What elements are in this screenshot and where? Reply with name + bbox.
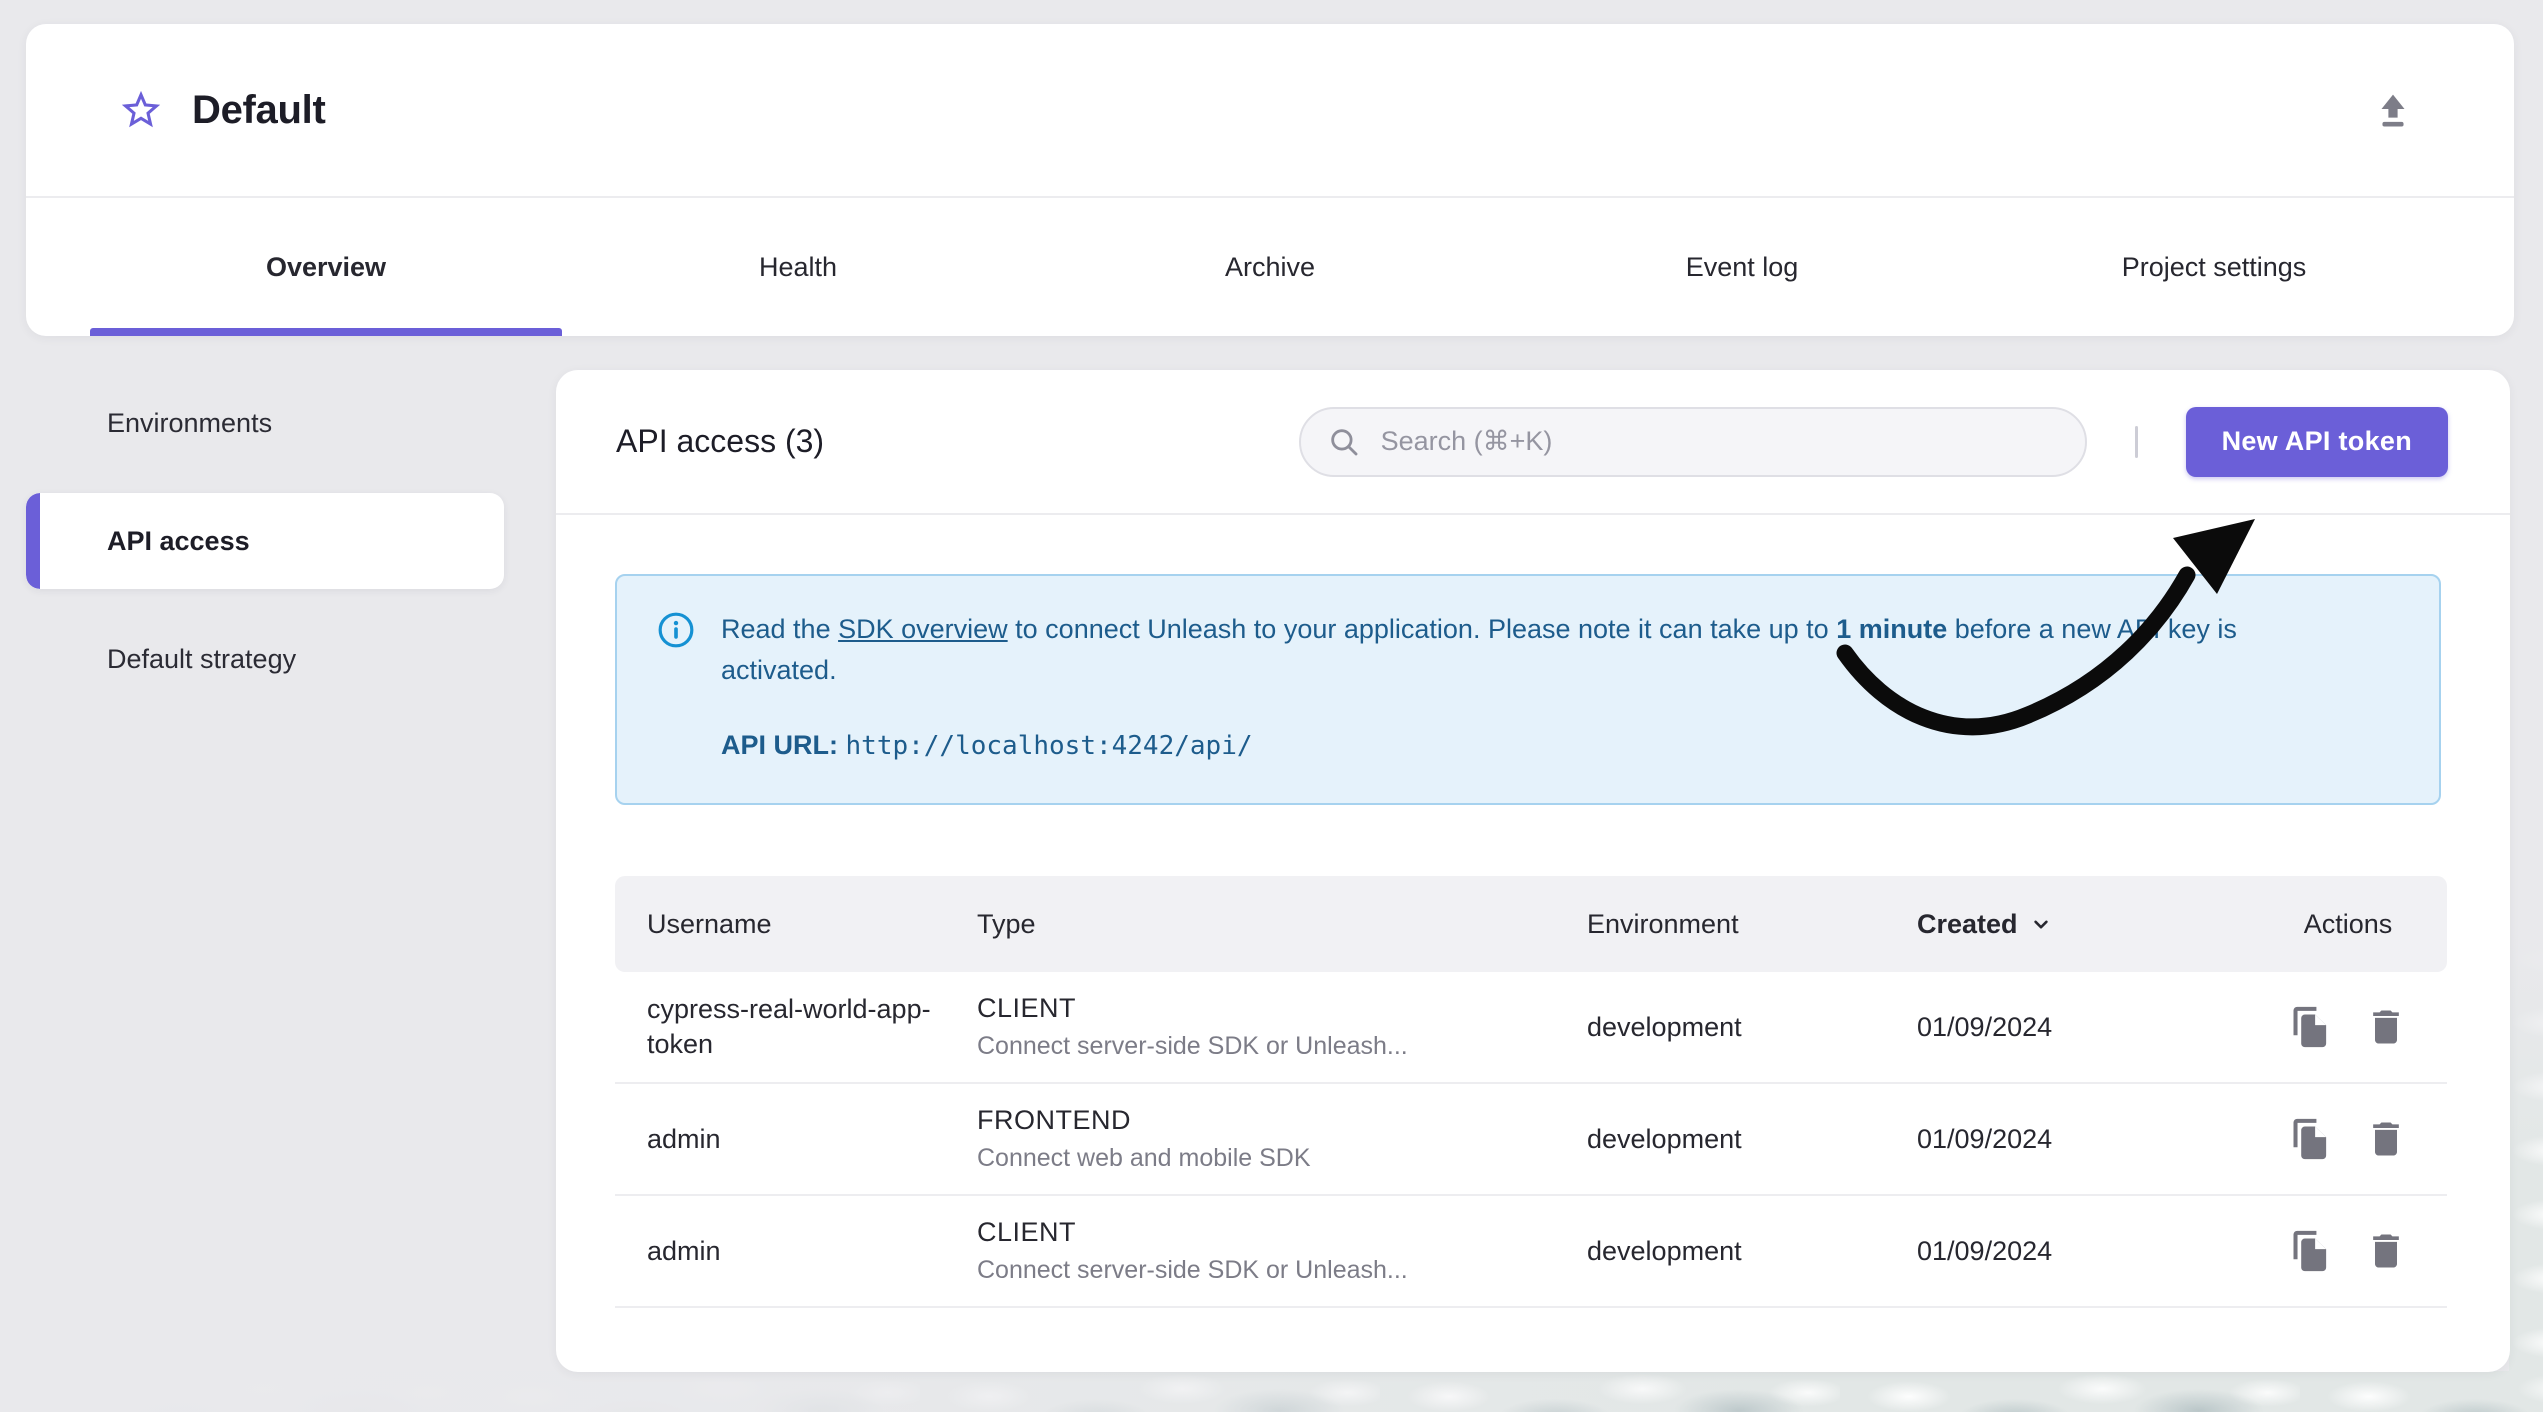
api-url-label: API URL:	[721, 730, 838, 760]
tab-label: Project settings	[2121, 251, 2307, 282]
token-type-description: Connect server-side SDK or Unleash...	[977, 1032, 1408, 1060]
search-box[interactable]	[1298, 406, 2087, 477]
cell-type: CLIENT Connect server-side SDK or Unleas…	[977, 1215, 1587, 1287]
info-banner-content: Read the SDK overview to connect Unleash…	[721, 609, 2321, 767]
token-type: CLIENT	[977, 1217, 1077, 1247]
tab-label: Event log	[1685, 251, 1799, 282]
api-url-value: http://localhost:4242/api/	[845, 731, 1253, 761]
table-row: admin CLIENT Connect server-side SDK or …	[615, 1196, 2447, 1308]
project-settings-sidebar: Environments API access Default strategy	[26, 375, 504, 729]
project-title-bar: Default	[26, 24, 2514, 196]
cell-actions	[2281, 1229, 2415, 1273]
desktop-texture-right	[2509, 933, 2543, 1371]
tab-label: Health	[758, 251, 838, 282]
tab-label: Overview	[265, 251, 387, 282]
new-api-token-button[interactable]: New API token	[2185, 406, 2448, 477]
cell-actions	[2281, 1005, 2415, 1049]
upload-icon[interactable]	[2370, 87, 2416, 133]
star-icon[interactable]	[118, 87, 164, 133]
active-tab-indicator	[90, 328, 562, 336]
app-root: Default Overview Health Archive Event lo…	[0, 0, 2543, 1412]
token-type: FRONTEND	[977, 1105, 1131, 1135]
sidebar-item-label: API access	[107, 525, 250, 556]
delete-token-button[interactable]	[2364, 1005, 2408, 1049]
panel-header: API access (3) New API token	[556, 370, 2510, 513]
tab-health[interactable]: Health	[562, 198, 1034, 336]
cell-username: cypress-real-world-app-token	[647, 994, 931, 1059]
sidebar-item-api-access[interactable]: API access	[26, 493, 504, 589]
project-tabs: Overview Health Archive Event log Projec…	[90, 198, 2450, 336]
info-banner-text: Read the SDK overview to connect Unleash…	[721, 609, 2321, 691]
api-url-line: API URL: http://localhost:4242/api/	[721, 725, 2321, 767]
column-header-environment[interactable]: Environment	[1587, 909, 1917, 940]
sidebar-item-label: Environments	[107, 407, 273, 438]
column-header-username[interactable]: Username	[647, 909, 977, 940]
cell-environment: development	[1587, 1235, 1742, 1266]
desktop-texture-bottom	[0, 1371, 2543, 1412]
api-tokens-table: Username Type Environment Created Action…	[615, 876, 2447, 1308]
api-access-panel: API access (3) New API token	[556, 370, 2510, 1372]
search-input[interactable]	[1378, 425, 2059, 458]
trash-icon	[2373, 1122, 2399, 1156]
cell-environment: development	[1587, 1011, 1742, 1042]
delete-token-button[interactable]	[2364, 1229, 2408, 1273]
copy-icon	[2293, 1230, 2327, 1272]
cell-username: admin	[647, 1235, 721, 1266]
page-title: Default	[192, 87, 326, 132]
chevron-down-icon	[2028, 911, 2054, 937]
copy-token-button[interactable]	[2288, 1229, 2332, 1273]
token-type-description: Connect web and mobile SDK	[977, 1144, 1311, 1172]
table-header-row: Username Type Environment Created Action…	[615, 876, 2447, 972]
copy-icon	[2293, 1118, 2327, 1160]
project-header-card: Default Overview Health Archive Event lo…	[26, 24, 2514, 336]
tab-archive[interactable]: Archive	[1034, 198, 1506, 336]
sidebar-item-environments[interactable]: Environments	[26, 375, 504, 471]
tab-event-log[interactable]: Event log	[1506, 198, 1978, 336]
tab-overview[interactable]: Overview	[90, 198, 562, 336]
sdk-overview-link[interactable]: SDK overview	[838, 614, 1008, 644]
cell-username: admin	[647, 1123, 721, 1154]
cell-created: 01/09/2024	[1917, 1011, 2053, 1042]
copy-token-button[interactable]	[2288, 1117, 2332, 1161]
table-row: cypress-real-world-app-token CLIENT Conn…	[615, 972, 2447, 1084]
cell-environment: development	[1587, 1123, 1742, 1154]
tab-label: Archive	[1224, 251, 1316, 282]
delete-token-button[interactable]	[2364, 1117, 2408, 1161]
info-icon	[657, 611, 695, 767]
cell-actions	[2281, 1117, 2415, 1161]
copy-icon	[2293, 1006, 2327, 1048]
panel-divider	[556, 513, 2510, 515]
info-text-prefix: Read the	[721, 614, 839, 644]
token-type-description: Connect server-side SDK or Unleash...	[977, 1256, 1408, 1284]
cell-created: 01/09/2024	[1917, 1235, 2053, 1266]
cell-type: CLIENT Connect server-side SDK or Unleas…	[977, 991, 1587, 1063]
copy-token-button[interactable]	[2288, 1005, 2332, 1049]
column-header-created-label: Created	[1917, 908, 2018, 939]
token-type: CLIENT	[977, 993, 1077, 1023]
panel-header-actions: New API token	[1298, 406, 2448, 477]
cell-type: FRONTEND Connect web and mobile SDK	[977, 1103, 1587, 1175]
info-banner: Read the SDK overview to connect Unleash…	[615, 574, 2441, 805]
search-icon	[1330, 428, 1358, 455]
column-header-actions: Actions	[2303, 908, 2393, 939]
panel-title: API access (3)	[616, 423, 825, 459]
trash-icon	[2373, 1234, 2399, 1268]
sidebar-item-label: Default strategy	[107, 643, 297, 674]
cell-created: 01/09/2024	[1917, 1123, 2053, 1154]
info-text-emphasis: 1 minute	[1836, 614, 1948, 644]
trash-icon	[2373, 1010, 2399, 1044]
tab-project-settings[interactable]: Project settings	[1978, 198, 2450, 336]
info-text-middle: to connect Unleash to your application. …	[1007, 614, 1837, 644]
sidebar-item-default-strategy[interactable]: Default strategy	[26, 611, 504, 707]
column-header-type[interactable]: Type	[977, 909, 1587, 940]
table-row: admin FRONTEND Connect web and mobile SD…	[615, 1084, 2447, 1196]
header-actions-divider	[2134, 425, 2138, 458]
column-header-created[interactable]: Created	[1917, 909, 2281, 940]
